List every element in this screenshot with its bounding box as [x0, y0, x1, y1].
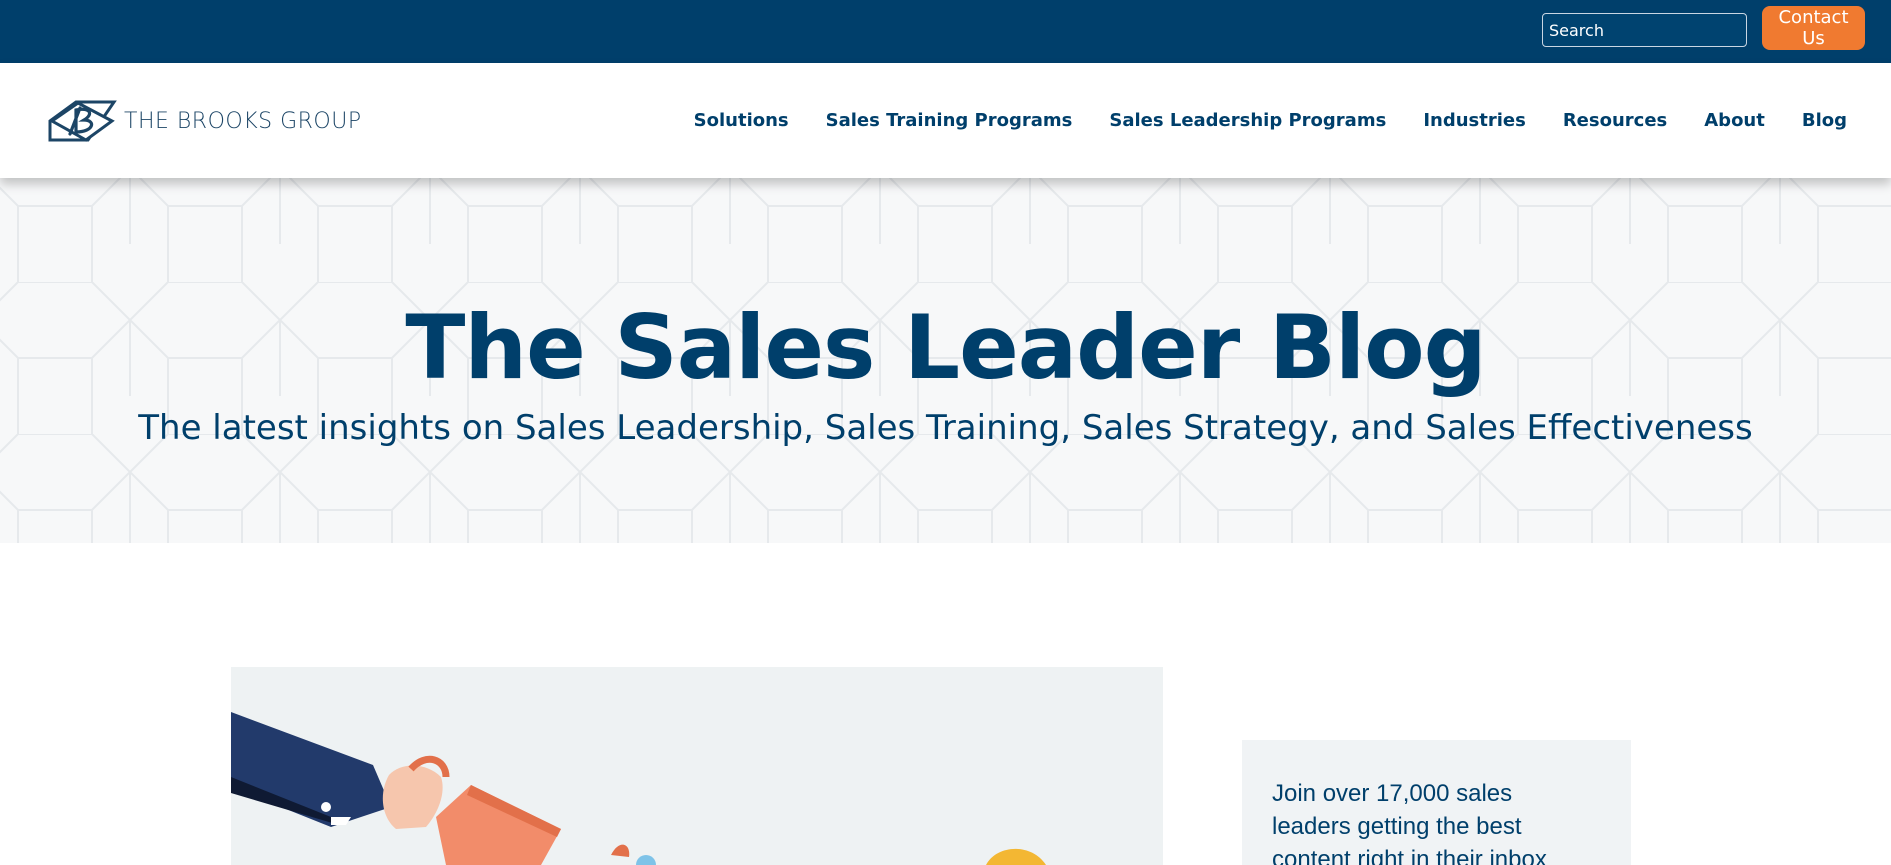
nav-blog[interactable]: Blog — [1802, 110, 1847, 131]
logo-wordmark: THE BROOKS GROUP — [124, 108, 362, 134]
nav-industries[interactable]: Industries — [1423, 110, 1526, 131]
nav-sales-leadership-programs[interactable]: Sales Leadership Programs — [1109, 110, 1386, 131]
nav-about[interactable]: About — [1704, 110, 1765, 131]
brooks-logo-icon — [48, 100, 117, 142]
main-header: THE BROOKS GROUP Solutions Sales Trainin… — [0, 63, 1891, 178]
nav-solutions[interactable]: Solutions — [694, 110, 789, 131]
page-subtitle: The latest insights on Sales Leadership,… — [138, 408, 1753, 448]
contact-us-button[interactable]: Contact Us — [1762, 6, 1865, 50]
nav-sales-training-programs[interactable]: Sales Training Programs — [826, 110, 1073, 131]
nav-resources[interactable]: Resources — [1563, 110, 1667, 131]
newsletter-signup-card: Join over 17,000 sales leaders getting t… — [1242, 740, 1631, 865]
page-title: The Sales Leader Blog — [405, 296, 1486, 399]
watering-can-illustration — [231, 712, 1046, 865]
primary-nav: Solutions Sales Training Programs Sales … — [657, 63, 1847, 178]
brand-logo[interactable]: THE BROOKS GROUP — [46, 97, 362, 145]
search-input[interactable] — [1542, 13, 1747, 47]
top-utility-bar: Contact Us — [0, 0, 1891, 63]
featured-post-image[interactable] — [231, 667, 1163, 865]
hero-banner: The Sales Leader Blog The latest insight… — [0, 178, 1891, 543]
newsletter-pitch: Join over 17,000 sales leaders getting t… — [1272, 780, 1547, 865]
